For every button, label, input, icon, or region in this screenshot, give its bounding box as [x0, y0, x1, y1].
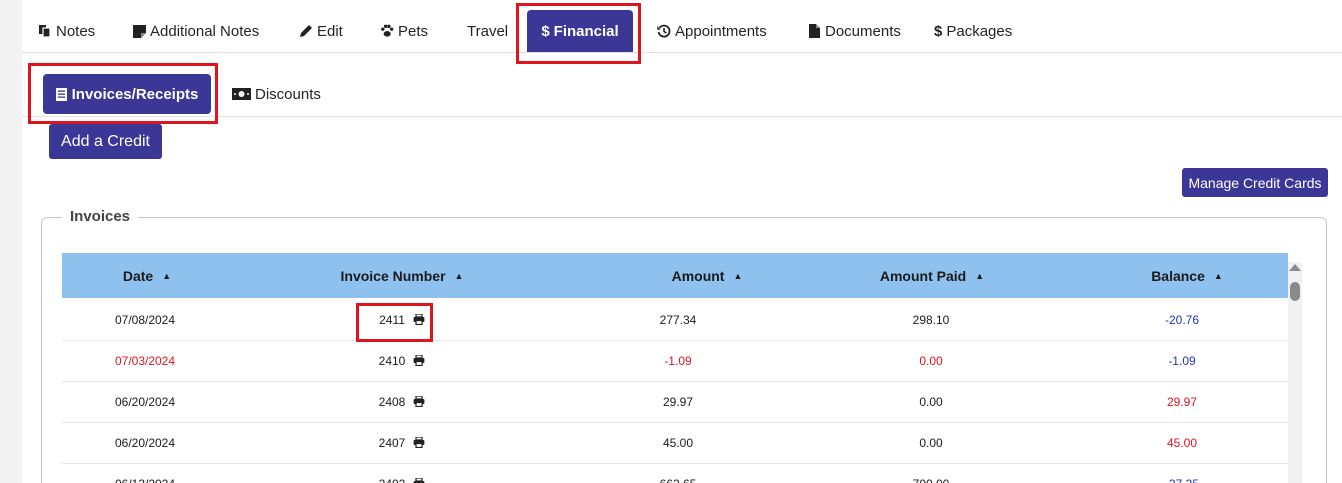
dollar-icon: $ [934, 22, 943, 40]
cell-amount: -1.09 [664, 353, 692, 368]
cell-amount: 662.65 [558, 463, 798, 483]
tab-edit[interactable]: Edit [299, 10, 343, 52]
tab-documents[interactable]: Documents [807, 10, 901, 52]
note-icon [132, 24, 146, 38]
cell-balance: 29.97 [1166, 394, 1198, 409]
tab-packages[interactable]: $ Packages [934, 10, 1012, 52]
table-row: 06/20/2024 2407 45.00 0.00 45.00 [62, 422, 1288, 464]
cell-balance: 45.00 [1166, 435, 1198, 450]
table-scrollbar[interactable] [1288, 262, 1302, 483]
sort-asc-icon: ▲ [975, 270, 985, 281]
column-header-balance[interactable]: Balance ▲ [1067, 253, 1307, 298]
tab-notes[interactable]: Notes [38, 10, 95, 52]
invoice-number-link[interactable]: 2402 [379, 477, 406, 483]
invoice-number-link[interactable]: 2407 [379, 436, 406, 450]
sort-asc-icon: ▲ [454, 270, 464, 281]
column-label: Balance [1151, 267, 1205, 284]
column-label: Date [122, 267, 154, 284]
invoice-number-link[interactable]: 2408 [379, 395, 406, 409]
tab-label: Notes [56, 22, 96, 40]
manage-credit-cards-button[interactable]: Manage Credit Cards [1182, 168, 1328, 197]
tab-financial[interactable]: $ Financial [527, 10, 633, 52]
subtab-label: Discounts [255, 85, 321, 103]
cell-date: 07/03/2024 [114, 353, 176, 368]
cell-date: 06/13/2024 [62, 463, 228, 483]
paw-icon [380, 24, 394, 38]
print-icon[interactable] [413, 437, 425, 448]
table-row: 07/08/2024 2411 277.34 298.10 -20.76 [62, 299, 1288, 341]
tab-label: Appointments [675, 22, 767, 40]
column-header-date[interactable]: Date ▲ [62, 253, 232, 298]
cell-date: 06/20/2024 [114, 435, 176, 450]
invoice-number-link[interactable]: 2410 [379, 354, 406, 368]
sub-tab-bar: Invoices/Receipts Discounts [22, 66, 1342, 117]
receipt-icon [55, 87, 67, 101]
add-credit-button[interactable]: Add a Credit [49, 124, 162, 159]
sort-asc-icon: ▲ [1213, 270, 1223, 281]
subtab-invoices-receipts[interactable]: Invoices/Receipts [43, 74, 211, 114]
print-icon[interactable] [413, 314, 425, 325]
tab-label: Travel [467, 22, 509, 40]
sort-asc-icon: ▲ [162, 270, 172, 281]
tab-label: Edit [317, 22, 343, 40]
cell-amount: 45.00 [662, 435, 694, 450]
cell-amount: 29.97 [662, 394, 694, 409]
cell-invoice-number: 2411 [282, 299, 522, 340]
invoices-legend: Invoices [62, 208, 139, 225]
cell-invoice-number: 2402 [282, 463, 522, 483]
cell-invoice-number: 2410 [282, 340, 522, 381]
subtab-discounts[interactable]: Discounts [232, 74, 321, 114]
dollar-icon: $ [541, 22, 550, 40]
cell-date: 07/08/2024 [114, 312, 176, 327]
scrollbar-thumb[interactable] [1290, 282, 1300, 301]
cell-balance: -37.35 [1062, 463, 1302, 483]
table-row: 06/13/20242402662.65700.00-37.35 [62, 463, 1288, 483]
cell-amount-paid: 700.00 [811, 463, 1051, 483]
column-label: Amount Paid [879, 267, 967, 284]
tab-label: Documents [825, 22, 901, 40]
tab-label: Pets [398, 22, 429, 40]
notes-icon [38, 24, 52, 38]
column-header-amount[interactable]: Amount ▲ [587, 253, 827, 298]
cell-amount-paid: 0.00 [919, 435, 943, 450]
main-tab-bar: Notes Additional Notes Edit Pets Travel … [22, 0, 1342, 53]
cell-invoice-number: 2407 [282, 422, 522, 463]
print-icon[interactable] [413, 478, 425, 483]
tab-travel[interactable]: Travel [467, 10, 508, 52]
tab-label: Packages [946, 22, 1013, 40]
print-icon[interactable] [413, 396, 425, 407]
subtab-label: Invoices/Receipts [71, 85, 199, 103]
cell-amount-paid: 0.00 [919, 353, 943, 368]
invoices-table-header: Date ▲ Invoice Number ▲ Amount ▲ Amount Pai… [62, 253, 1288, 298]
tab-label: Financial [553, 22, 619, 40]
column-label: Invoice Number [340, 267, 446, 284]
column-label: Amount [671, 267, 725, 284]
invoice-number-link[interactable]: 2411 [379, 313, 405, 327]
table-row: 07/03/2024 2410 -1.09 0.00 -1.09 [62, 340, 1288, 382]
history-icon [657, 24, 671, 38]
tab-label: Additional Notes [150, 22, 260, 40]
column-header-invoice-number[interactable]: Invoice Number ▲ [282, 253, 522, 298]
column-header-amount-paid[interactable]: Amount Paid ▲ [812, 253, 1052, 298]
cell-amount: 277.34 [659, 312, 697, 327]
tab-appointments[interactable]: Appointments [657, 10, 767, 52]
cell-balance: -1.09 [1168, 353, 1196, 368]
tab-pets[interactable]: Pets [380, 10, 428, 52]
cell-invoice-number: 2408 [282, 381, 522, 422]
scroll-up-arrow-icon[interactable] [1289, 264, 1301, 271]
sort-asc-icon: ▲ [733, 270, 743, 281]
file-icon [807, 24, 821, 38]
tab-additional-notes[interactable]: Additional Notes [132, 10, 259, 52]
customer-detail-panel: Notes Additional Notes Edit Pets Travel … [22, 0, 1342, 483]
cell-balance: -20.76 [1164, 312, 1200, 327]
cell-amount-paid: 0.00 [919, 394, 943, 409]
table-row: 06/20/2024 2408 29.97 0.00 29.97 [62, 381, 1288, 423]
pencil-icon [299, 24, 313, 38]
cell-date: 06/20/2024 [114, 394, 176, 409]
print-icon[interactable] [413, 355, 425, 366]
cell-amount-paid: 298.10 [912, 312, 950, 327]
money-bill-icon [232, 88, 251, 100]
